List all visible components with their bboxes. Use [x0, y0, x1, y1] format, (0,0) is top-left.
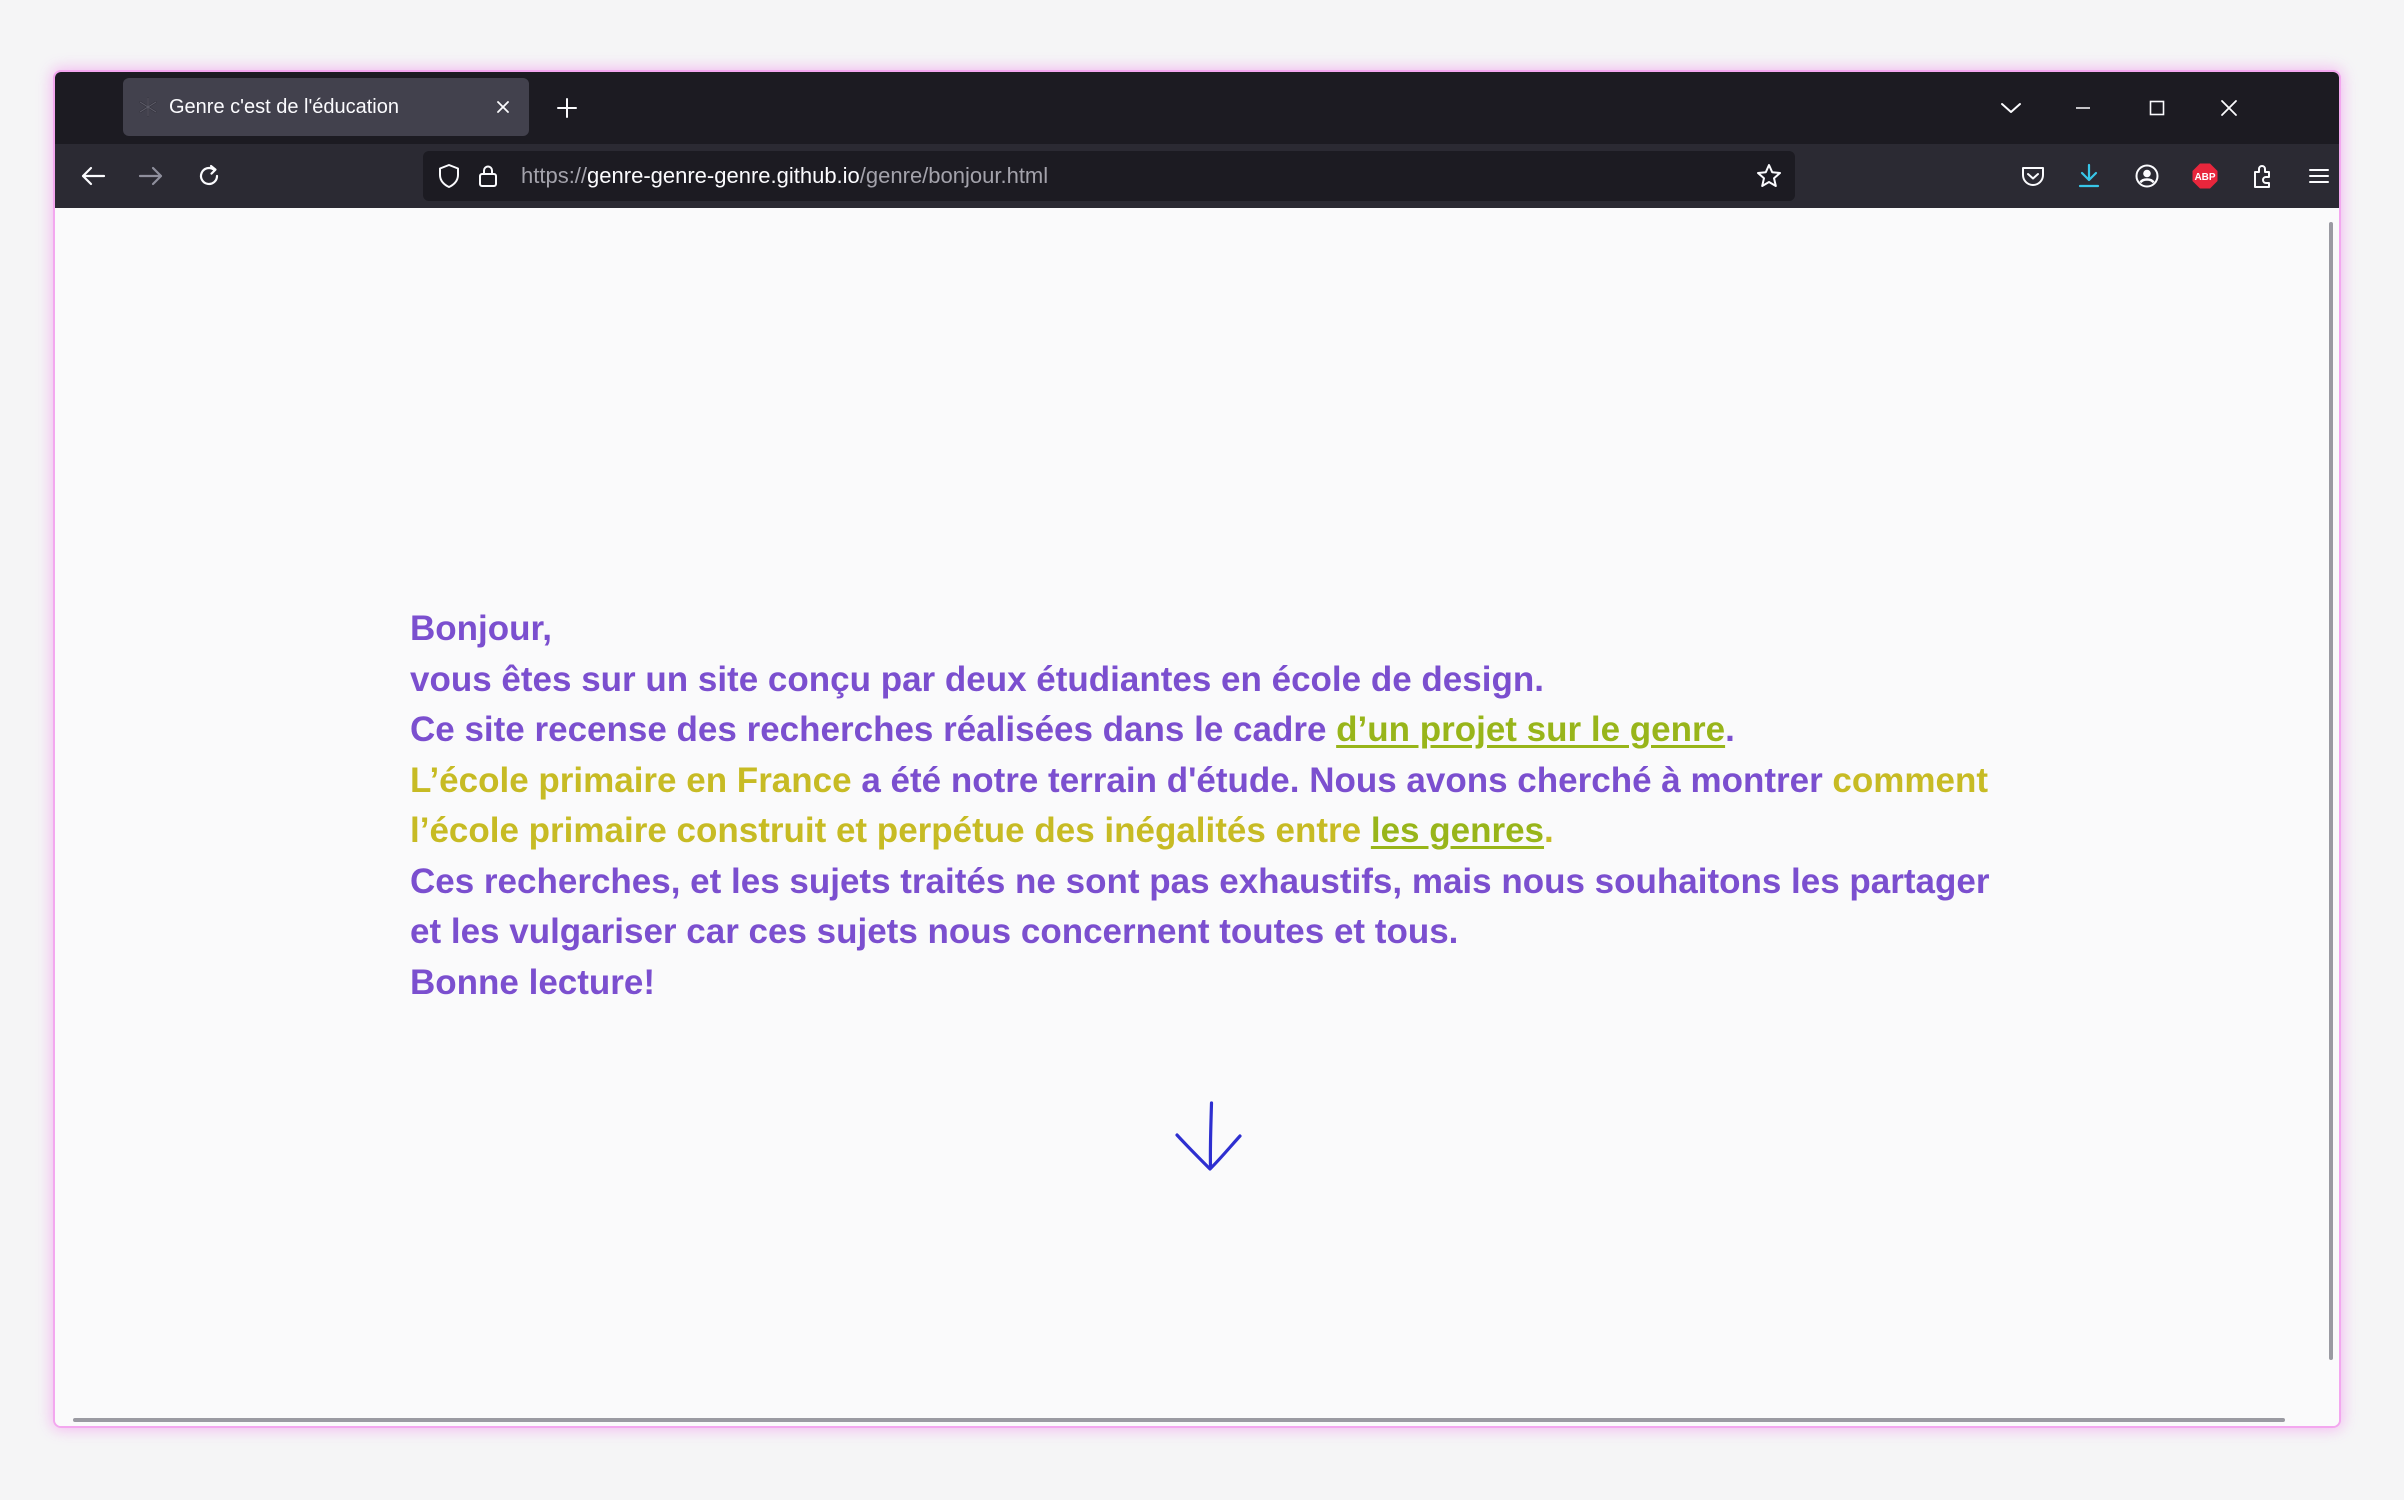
- url-bar[interactable]: https://genre-genre-genre.github.io/genr…: [423, 151, 1795, 201]
- url-text[interactable]: https://genre-genre-genre.github.io/genr…: [521, 151, 1048, 201]
- favicon-icon: [137, 96, 159, 118]
- download-icon[interactable]: [2067, 154, 2111, 198]
- forward-icon[interactable]: [129, 154, 173, 198]
- project-link[interactable]: d’un projet sur le genre: [1336, 710, 1725, 749]
- intro-line-1: vous êtes sur un site conçu par deux étu…: [410, 659, 1544, 699]
- vertical-scrollbar[interactable]: [2329, 222, 2333, 1360]
- horizontal-scrollbar[interactable]: [73, 1418, 2285, 1422]
- page-content: Bonjour, vous êtes sur un site conçu par…: [55, 208, 2339, 1426]
- intro-line-3-text: a été notre terrain d'étude. Nous avons …: [851, 760, 1833, 800]
- intro-line-4: Ces recherches, et les sujets traités ne…: [410, 861, 1990, 952]
- reload-icon[interactable]: [187, 154, 231, 198]
- tab-active[interactable]: Genre c'est de l'éducation: [123, 78, 529, 136]
- url-scheme: https://: [521, 163, 588, 188]
- shield-icon[interactable]: [437, 163, 461, 194]
- tab-title: Genre c'est de l'éducation: [169, 96, 399, 118]
- back-icon[interactable]: [71, 154, 115, 198]
- intro-line-2: Ce site recense des recherches réalisées…: [410, 705, 2030, 756]
- maximize-icon[interactable]: [2135, 86, 2179, 130]
- browser-window: Genre c'est de l'éducation https://genre…: [55, 72, 2339, 1426]
- minimize-icon[interactable]: [2061, 86, 2105, 130]
- new-tab-icon[interactable]: [545, 86, 589, 130]
- menu-icon[interactable]: [2297, 154, 2339, 198]
- pocket-icon[interactable]: [2011, 154, 2055, 198]
- tab-close-icon[interactable]: [487, 91, 519, 123]
- adblock-icon[interactable]: ABP: [2183, 154, 2227, 198]
- bookmark-star-icon[interactable]: [1755, 162, 1783, 195]
- adblock-badge: ABP: [2194, 172, 2215, 183]
- scroll-down-arrow-icon[interactable]: [1166, 1095, 1256, 1185]
- closing: Bonne lecture!: [410, 962, 656, 1002]
- greeting: Bonjour,: [410, 609, 552, 648]
- tab-strip: Genre c'est de l'éducation: [55, 72, 2339, 144]
- close-window-icon[interactable]: [2207, 86, 2251, 130]
- account-icon[interactable]: [2125, 154, 2169, 198]
- intro-line-2-end: .: [1725, 710, 1735, 749]
- url-path: /genre/bonjour.html: [859, 163, 1049, 188]
- list-all-tabs-icon[interactable]: [1989, 86, 2033, 130]
- url-host: genre-genre-genre.github.io: [587, 163, 860, 188]
- intro-line-3-end: .: [1544, 811, 1554, 850]
- intro-line-2-text: Ce site recense des recherches réalisées…: [410, 710, 1337, 749]
- lock-icon[interactable]: [477, 163, 499, 194]
- intro-text: Bonjour, vous êtes sur un site conçu par…: [410, 604, 2030, 1008]
- navigation-toolbar: https://genre-genre-genre.github.io/genr…: [55, 144, 2339, 208]
- genres-link[interactable]: les genres: [1371, 811, 1544, 850]
- intro-line-3: L’école primaire en France a été notre t…: [410, 756, 2030, 857]
- extensions-icon[interactable]: [2241, 154, 2285, 198]
- highlight-ecole: L’école primaire en France: [410, 760, 852, 800]
